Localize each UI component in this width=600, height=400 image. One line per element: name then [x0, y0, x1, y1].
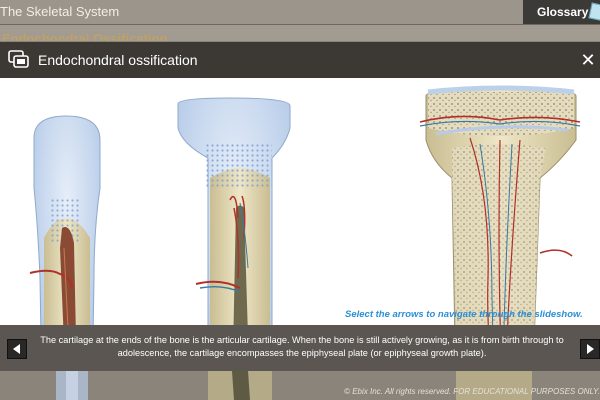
close-icon[interactable]: ✕ [577, 49, 599, 71]
caption-bar: The cartilage at the ends of the bone is… [0, 325, 600, 371]
ossification-illustration [29, 85, 581, 325]
slide-image-area: Select the arrows to navigate through th… [0, 78, 600, 325]
modal-header: Endochondral ossification [0, 42, 600, 78]
app-title: The Skeletal System [0, 4, 120, 19]
glossary-book-icon[interactable] [588, 2, 600, 22]
bone-stage-2 [177, 97, 291, 325]
arrow-right-icon[interactable] [580, 339, 600, 359]
slideshow-icon [8, 50, 29, 68]
app-header: The Skeletal System [0, 0, 600, 25]
section-title: Endochondral Ossification [2, 31, 168, 41]
copyright-notice: © Ebix Inc. All rights reserved. FOR EDU… [344, 387, 600, 396]
arrow-left-icon[interactable] [7, 339, 27, 359]
modal-title: Endochondral ossification [38, 52, 198, 68]
section-strip: Endochondral Ossification [0, 25, 600, 41]
slide-caption: The cartilage at the ends of the bone is… [40, 335, 564, 358]
bone-stage-3 [419, 85, 581, 325]
glossary-button[interactable]: Glossary [523, 0, 600, 24]
navigation-instruction: Select the arrows to navigate through th… [345, 309, 583, 320]
bone-stage-1 [29, 115, 101, 325]
